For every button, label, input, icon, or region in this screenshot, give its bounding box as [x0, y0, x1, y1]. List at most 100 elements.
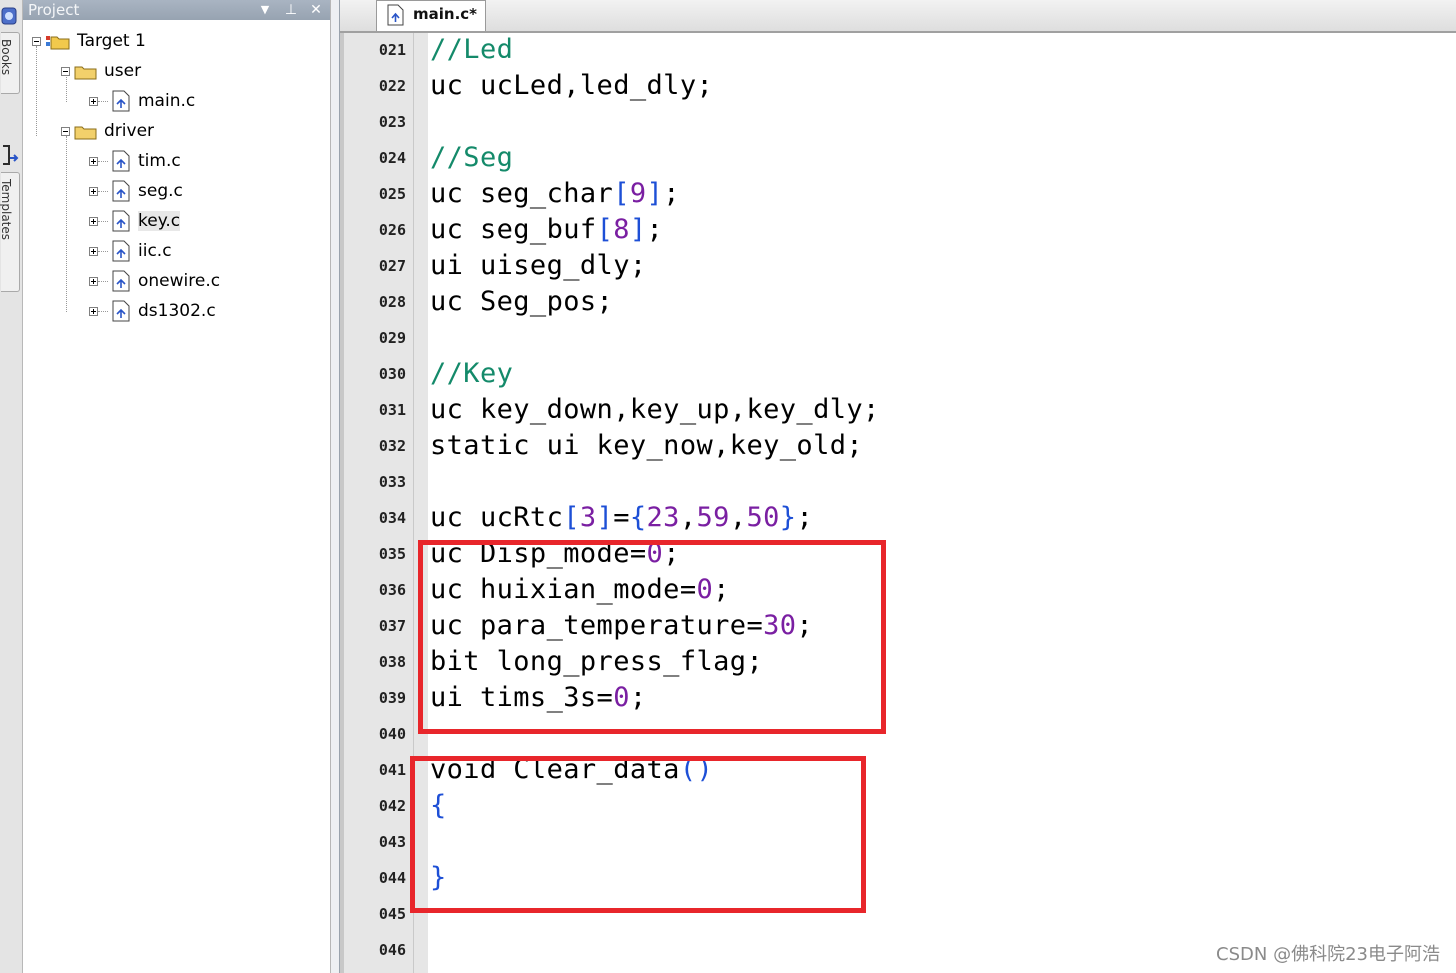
code-line[interactable]: uc seg_char[9];	[430, 176, 680, 212]
tree-file-ds1302[interactable]: ds1302.c	[89, 296, 216, 326]
c-file-icon	[112, 90, 130, 112]
expand-toggle[interactable]	[89, 246, 98, 256]
code-line[interactable]: uc ucLed,led_dly;	[430, 68, 713, 104]
c-file-icon	[112, 150, 130, 172]
tree-item-target[interactable]: Target 1	[32, 26, 146, 56]
panel-splitter[interactable]	[331, 0, 340, 973]
line-number: 031	[378, 401, 406, 419]
templates-icon[interactable]	[0, 140, 20, 170]
tree-connector	[98, 281, 108, 282]
pin-icon[interactable]: ⊥	[282, 0, 300, 20]
tree-file-main[interactable]: main.c	[89, 86, 195, 116]
code-token: ]	[646, 178, 664, 209]
tree-file-onewire[interactable]: onewire.c	[89, 266, 220, 296]
code-token: {	[629, 502, 647, 533]
code-line[interactable]: uc key_down,key_up,key_dly;	[430, 392, 880, 428]
code-token: 9	[629, 178, 647, 209]
code-token: =	[613, 502, 630, 533]
line-number: 043	[378, 833, 406, 851]
tree-connector	[98, 101, 108, 102]
code-token: [	[596, 214, 614, 245]
templates-tab[interactable]: Templates	[0, 172, 20, 292]
line-number: 029	[378, 329, 406, 347]
tree-file-label: seg.c	[138, 181, 183, 201]
line-number: 035	[378, 545, 406, 563]
code-line[interactable]: uc ucRtc[3]={23,59,50};	[430, 500, 813, 536]
code-token: 8	[613, 214, 630, 245]
code-token: uc key_down,key_up,key_dly;	[430, 394, 880, 425]
c-file-icon	[112, 300, 130, 322]
close-icon[interactable]: ✕	[307, 0, 325, 20]
code-line[interactable]: uc Seg_pos;	[430, 284, 613, 320]
collapse-toggle[interactable]	[32, 36, 41, 46]
c-file-icon	[112, 210, 130, 232]
tree-group-driver[interactable]: driver	[61, 116, 154, 146]
line-number: 025	[378, 185, 406, 203]
expand-toggle[interactable]	[89, 306, 98, 316]
line-number: 041	[378, 761, 406, 779]
books-icon[interactable]	[0, 2, 20, 30]
code-token: ,	[729, 502, 747, 533]
tree-group-user[interactable]: user	[61, 56, 141, 86]
line-number: 024	[378, 149, 406, 167]
code-token: 3	[579, 502, 597, 533]
line-number: 033	[378, 473, 406, 491]
code-line[interactable]: static ui key_now,key_old;	[430, 428, 863, 464]
line-number: 022	[378, 77, 406, 95]
code-token: ]	[596, 502, 614, 533]
line-number: 034	[378, 509, 406, 527]
code-line[interactable]: uc seg_buf[8];	[430, 212, 663, 248]
line-number: 023	[378, 113, 406, 131]
tree-file-label: main.c	[138, 91, 196, 111]
tree-connector	[66, 136, 67, 312]
tree-file-seg[interactable]: seg.c	[89, 176, 183, 206]
line-number: 038	[378, 653, 406, 671]
c-file-icon	[112, 270, 130, 292]
tree-target-label: Target 1	[77, 31, 146, 51]
tree-file-key[interactable]: key.c	[89, 206, 181, 236]
code-token: }	[779, 502, 797, 533]
line-number: 036	[378, 581, 406, 599]
editor-tab-strip: main.c*	[340, 0, 1456, 33]
tree-file-label: iic.c	[138, 241, 172, 261]
expand-toggle[interactable]	[89, 216, 98, 226]
tab-label: main.c*	[413, 5, 478, 23]
tree-file-label-selected: key.c	[138, 211, 181, 231]
code-line[interactable]: //Key	[430, 356, 513, 392]
code-token: //Led	[430, 34, 514, 65]
code-token: 50	[746, 502, 780, 533]
highlight-box-variables	[418, 540, 886, 734]
books-tab[interactable]: Books	[0, 32, 20, 94]
tree-file-label: onewire.c	[138, 271, 221, 291]
code-token: //Seg	[430, 142, 514, 173]
expand-toggle[interactable]	[89, 96, 98, 106]
tree-file-iic[interactable]: iic.c	[89, 236, 172, 266]
line-number: 037	[378, 617, 406, 635]
expand-toggle[interactable]	[89, 276, 98, 286]
c-file-icon	[112, 240, 130, 262]
dropdown-icon[interactable]: ▼	[256, 0, 274, 20]
tree-connector	[98, 161, 108, 162]
tree-group-label: driver	[104, 121, 155, 141]
code-line[interactable]: //Led	[430, 32, 513, 68]
tree-file-tim[interactable]: tim.c	[89, 146, 181, 176]
code-token: ui uiseg_dly;	[430, 250, 647, 281]
line-number: 028	[378, 293, 406, 311]
expand-toggle[interactable]	[89, 186, 98, 196]
code-token: ;	[646, 214, 664, 245]
line-number: 040	[378, 725, 406, 743]
tab-main-c[interactable]: main.c*	[376, 0, 486, 31]
code-line[interactable]: //Seg	[430, 140, 513, 176]
code-token: static ui key_now,key_old;	[430, 430, 864, 461]
c-file-icon	[387, 4, 404, 26]
line-number: 044	[378, 869, 406, 887]
line-number: 042	[378, 797, 406, 815]
expand-toggle[interactable]	[89, 156, 98, 166]
collapse-toggle[interactable]	[61, 66, 70, 76]
collapse-toggle[interactable]	[61, 126, 70, 136]
code-token: ]	[629, 214, 647, 245]
code-line[interactable]: ui uiseg_dly;	[430, 248, 647, 284]
line-number: 030	[378, 365, 406, 383]
templates-tab-label: Templates	[0, 179, 13, 241]
highlight-box-clear-data	[410, 756, 866, 913]
